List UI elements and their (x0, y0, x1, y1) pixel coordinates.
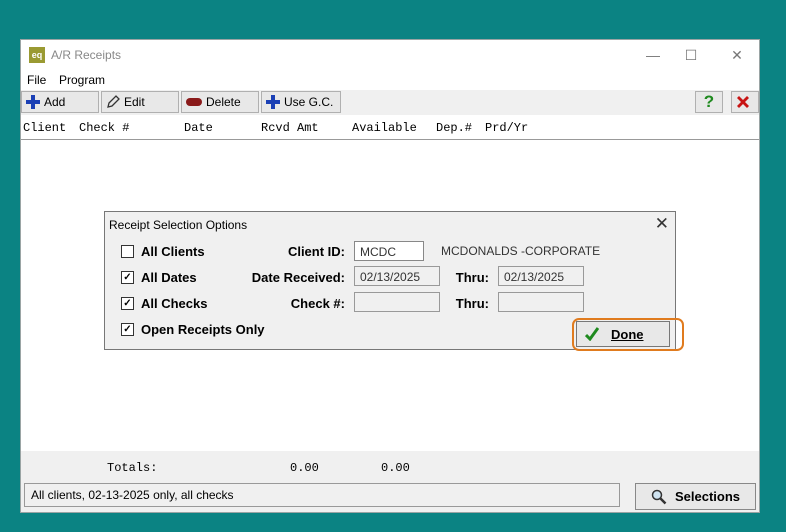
date-received-label: Date Received: (251, 270, 345, 285)
col-dep[interactable]: Dep.# (436, 121, 472, 135)
column-headers: Client Check # Date Rcvd Amt Available D… (21, 115, 759, 140)
pencil-icon (107, 95, 120, 108)
check-thru-label: Thru: (455, 296, 489, 311)
totals-label: Totals: (107, 461, 158, 475)
open-receipts-box[interactable]: ✓ (121, 323, 134, 336)
col-prd-yr[interactable]: Prd/Yr (485, 121, 528, 135)
use-gc-button[interactable]: Use G.C. (261, 91, 341, 113)
open-receipts-checkbox[interactable]: ✓ Open Receipts Only (121, 322, 265, 337)
all-dates-checkbox[interactable]: ✓ All Dates (121, 270, 197, 285)
date-thru-label: Thru: (455, 270, 489, 285)
add-label: Add (44, 95, 66, 109)
help-button[interactable]: ? (695, 91, 723, 113)
all-checks-label: All Checks (141, 296, 208, 311)
minimize-icon[interactable]: — (633, 44, 673, 66)
delete-button[interactable]: Delete (181, 91, 259, 113)
client-id-label: Client ID: (287, 244, 345, 259)
totals-row: Totals: 0.00 0.00 (21, 452, 759, 480)
menu-bar: File Program (21, 70, 759, 90)
all-checks-box[interactable]: ✓ (121, 297, 134, 310)
close-window-icon[interactable]: ✕ (717, 44, 757, 66)
edit-button[interactable]: Edit (101, 91, 179, 113)
window-title: A/R Receipts (51, 48, 122, 62)
check-label: Check #: (290, 296, 345, 311)
done-button[interactable]: Done (576, 321, 670, 347)
col-available[interactable]: Available (352, 121, 417, 135)
check-from-field[interactable] (354, 292, 440, 312)
checkmark-icon (585, 327, 599, 341)
all-checks-checkbox[interactable]: ✓ All Checks (121, 296, 207, 311)
date-from-field[interactable]: 02/13/2025 (354, 266, 440, 286)
col-check[interactable]: Check # (79, 121, 129, 135)
exit-button[interactable] (731, 91, 759, 113)
done-label: Done (611, 326, 644, 342)
menu-program[interactable]: Program (59, 73, 105, 87)
eraser-icon (186, 98, 202, 106)
dialog-title: Receipt Selection Options (109, 218, 248, 232)
edit-label: Edit (124, 95, 145, 109)
date-thru-field[interactable]: 02/13/2025 (498, 266, 584, 286)
col-date[interactable]: Date (184, 121, 213, 135)
help-icon: ? (703, 92, 715, 111)
dialog-close-icon[interactable]: ✕ (655, 214, 669, 234)
all-dates-box[interactable]: ✓ (121, 271, 134, 284)
plus-icon (26, 95, 40, 109)
status-bar: All clients, 02-13-2025 only, all checks (24, 483, 620, 507)
magnifier-icon (651, 489, 667, 504)
col-client[interactable]: Client (23, 121, 66, 135)
title-bar: eq A/R Receipts — ☐ ✕ (21, 40, 759, 70)
all-clients-checkbox[interactable]: All Clients (121, 244, 205, 259)
maximize-icon[interactable]: ☐ (671, 44, 711, 66)
app-icon: eq (29, 47, 45, 63)
close-x-icon (737, 96, 749, 108)
open-receipts-label: Open Receipts Only (141, 322, 265, 337)
delete-label: Delete (206, 95, 241, 109)
col-rcvd-amt[interactable]: Rcvd Amt (261, 121, 319, 135)
totals-rcvd: 0.00 (290, 461, 319, 475)
toolbar: Add Edit Delete Use G.C. ? (21, 90, 759, 114)
all-clients-box[interactable] (121, 245, 134, 258)
client-name: MCDONALDS -CORPORATE (441, 244, 601, 258)
all-clients-label: All Clients (141, 244, 205, 259)
selections-button[interactable]: Selections (635, 483, 756, 510)
menu-file[interactable]: File (27, 73, 46, 87)
client-id-input[interactable]: MCDC (354, 241, 424, 261)
selections-label: Selections (674, 489, 741, 504)
plus-icon (266, 95, 280, 109)
totals-available: 0.00 (381, 461, 410, 475)
add-button[interactable]: Add (21, 91, 99, 113)
all-dates-label: All Dates (141, 270, 197, 285)
use-gc-label: Use G.C. (284, 95, 334, 109)
check-thru-field[interactable] (498, 292, 584, 312)
